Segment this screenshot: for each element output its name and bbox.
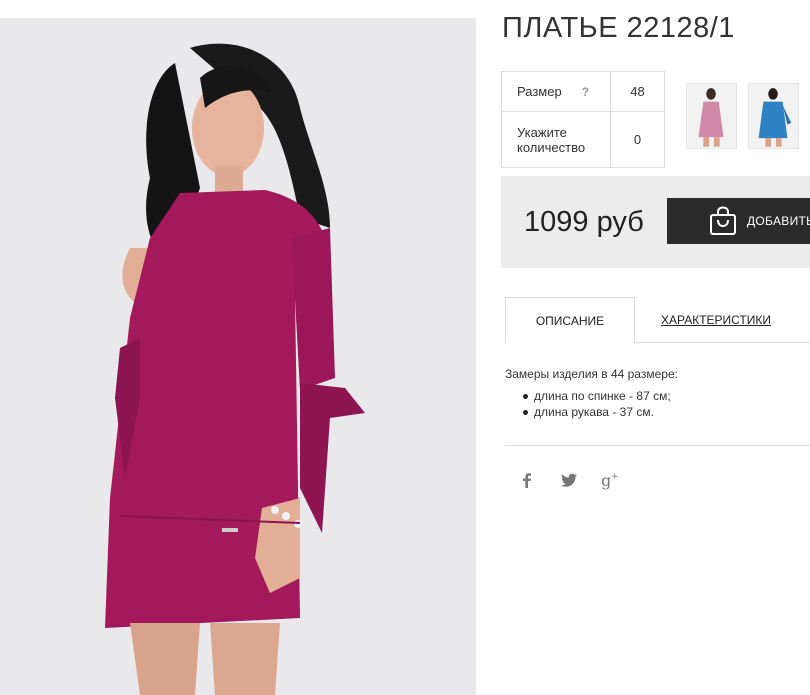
description-panel: Замеры изделия в 44 размере: длина по сп…: [505, 366, 678, 420]
twitter-icon[interactable]: [559, 470, 579, 490]
shopping-bag-icon: [710, 206, 736, 235]
product-tabs: ОПИСАНИЕ ХАРАКТЕРИСТИКИ: [505, 297, 810, 344]
size-value[interactable]: 48: [610, 71, 665, 112]
tab-characteristics[interactable]: ХАРАКТЕРИСТИКИ: [651, 297, 781, 343]
price-buy-box: 1099 руб ДОБАВИТЬ: [501, 176, 810, 268]
svg-text:+: +: [611, 472, 619, 482]
size-row: Размер ? 48: [501, 71, 665, 112]
svg-text:g: g: [601, 471, 611, 490]
add-to-cart-button[interactable]: ДОБАВИТЬ: [667, 198, 810, 244]
list-item: длина по спинке - 87 см;: [523, 388, 678, 404]
size-help-icon[interactable]: ?: [582, 85, 589, 99]
product-title: ПЛАТЬЕ 22128/1: [502, 12, 735, 44]
facebook-icon[interactable]: [517, 470, 537, 490]
quantity-label: Укажите количество: [501, 111, 611, 168]
size-label: Размер: [517, 84, 562, 99]
dress-photo: [0, 18, 476, 695]
blue-dress-thumbnail: [749, 84, 798, 148]
tab-description[interactable]: ОПИСАНИЕ: [505, 297, 635, 344]
quantity-input[interactable]: 0: [610, 111, 665, 168]
product-main-photo[interactable]: [0, 18, 476, 695]
description-intro: Замеры изделия в 44 размере:: [505, 367, 678, 381]
quantity-row: Укажите количество 0: [501, 111, 665, 168]
description-list: длина по спинке - 87 см; длина рукава - …: [505, 388, 678, 420]
divider: [505, 445, 810, 446]
pink-dress-thumbnail: [687, 84, 736, 148]
thumbnail-pink-dress[interactable]: [686, 83, 737, 149]
product-options-table: Размер ? 48 Укажите количество 0: [501, 71, 665, 168]
price: 1099 руб: [524, 206, 644, 238]
thumbnail-blue-dress[interactable]: [748, 83, 799, 149]
social-share: g +: [517, 470, 621, 490]
add-to-cart-label: ДОБАВИТЬ: [747, 214, 810, 228]
list-item: длина рукава - 37 см.: [523, 404, 678, 420]
google-plus-icon[interactable]: g +: [601, 470, 621, 490]
